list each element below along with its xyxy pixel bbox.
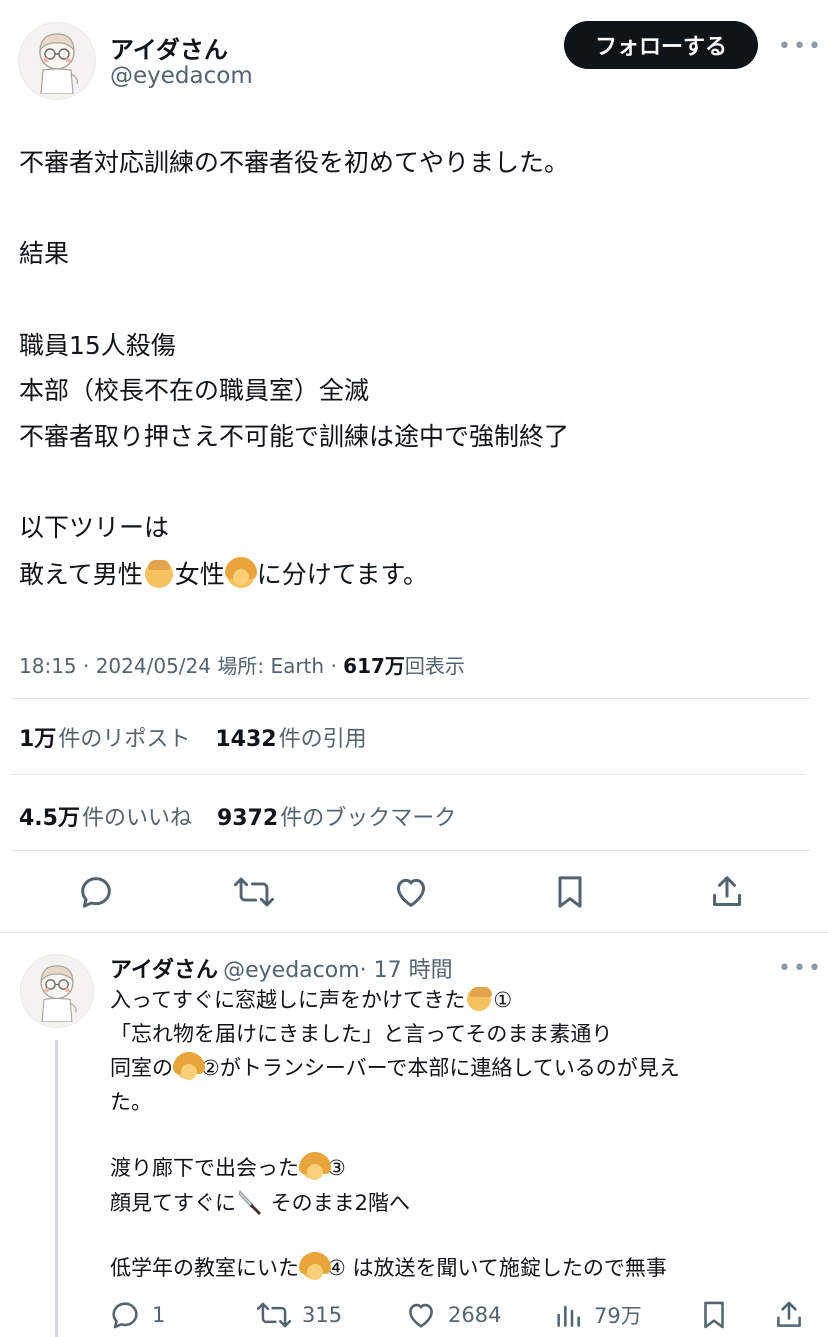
- meta-separator: ·: [330, 654, 337, 678]
- tweet-text-line: 結果: [19, 239, 70, 268]
- tweet-text-line: 本部（校長不在の職員室）全滅: [19, 376, 370, 405]
- reply-text-segment: 入ってすぐに窓越しに声をかけてきた: [110, 988, 466, 1012]
- reply-text-segment: 低学年の教室にいた: [110, 1256, 299, 1280]
- reply-text-segment: 顔見てすぐに: [110, 1191, 236, 1215]
- reply-text-line: 顔見てすぐに そのまま2階へ: [110, 1188, 410, 1217]
- reply-timestamp[interactable]: · 17 時間: [360, 958, 453, 983]
- share-icon[interactable]: [707, 872, 747, 912]
- reply-text-segment: そのまま2階へ: [264, 1191, 411, 1215]
- quotes-stat[interactable]: 1432件の引用: [215, 727, 366, 752]
- woman-emoji-icon: [224, 557, 257, 588]
- follow-button[interactable]: フォローする: [564, 21, 758, 69]
- likes-stat[interactable]: 4.5万件のいいね: [19, 806, 192, 831]
- tweet-text-line: 以下ツリーは: [19, 513, 170, 542]
- stats-row-likes: 4.5万件のいいね 9372件のブックマーク: [19, 800, 456, 832]
- likes-count: 4.5万: [19, 806, 80, 831]
- reply-count: 1: [152, 1303, 166, 1327]
- reply-text-segment: ②がトランシーバーで本部に連絡しているのが見え: [201, 1056, 680, 1080]
- quotes-count: 1432: [215, 727, 277, 752]
- tweet-text-segment: 女性: [174, 560, 225, 589]
- reply-author-handle[interactable]: @eyedacom: [223, 958, 360, 983]
- woman-emoji-icon: [299, 1252, 331, 1280]
- divider: [12, 698, 810, 699]
- woman-emoji-icon: [299, 1152, 331, 1180]
- tweet-meta: 18:15 · 2024/05/24 場所: Earth · 617万回表示: [19, 650, 465, 679]
- author-name[interactable]: アイダさん: [110, 30, 228, 65]
- reply-like-action[interactable]: 2684: [404, 1298, 501, 1332]
- divider: [0, 932, 828, 933]
- woman-emoji-icon: [173, 1052, 205, 1080]
- author-handle[interactable]: @eyedacom: [110, 63, 253, 89]
- like-count: 2684: [448, 1303, 502, 1327]
- quotes-label: 件の引用: [278, 727, 367, 752]
- like-icon[interactable]: [391, 872, 431, 912]
- bookmarks-stat[interactable]: 9372件のブックマーク: [217, 806, 456, 831]
- reply-repost-action[interactable]: 315: [256, 1298, 342, 1332]
- tweet-text-line: 不審者取り押さえ不可能で訓練は途中で強制終了: [19, 422, 570, 451]
- tweet-text-segment: 敢えて男性: [19, 560, 143, 589]
- bookmark-icon[interactable]: [550, 872, 590, 912]
- reply-author-avatar[interactable]: [20, 954, 94, 1028]
- reposts-label: 件のリポスト: [58, 727, 191, 752]
- reply-author-name[interactable]: アイダさん: [110, 958, 218, 983]
- reply-more-options-icon[interactable]: •••: [778, 958, 823, 980]
- views-count: 79万: [594, 1304, 642, 1328]
- like-icon: [404, 1298, 438, 1332]
- bookmarks-label: 件のブックマーク: [280, 806, 457, 831]
- reposts-count: 1万: [19, 727, 57, 752]
- avatar-illustration: [40, 965, 77, 1022]
- reply-share-icon[interactable]: [772, 1298, 806, 1332]
- knife-emoji-icon: [236, 1188, 264, 1216]
- tweet-text-line: 敢えて男性 女性 に分けてます。: [19, 557, 429, 590]
- avatar-illustration: [39, 33, 78, 94]
- reply-text-segment: ④ は放送を聞いて施錠したので無事: [327, 1256, 667, 1280]
- stats-row-reposts: 1万件のリポスト 1432件の引用: [19, 721, 367, 753]
- reply-text-line: 同室の ②がトランシーバーで本部に連絡しているのが見え: [110, 1052, 680, 1082]
- tweet-timestamp[interactable]: 18:15 · 2024/05/24: [19, 654, 211, 678]
- reply-text-segment: ①: [493, 988, 513, 1012]
- reply-text-line: 入ってすぐに窓越しに声をかけてきた ①: [110, 986, 512, 1014]
- divider: [12, 850, 810, 851]
- reply-text-segment: 渡り廊下で出会った: [110, 1156, 299, 1180]
- tweet-text-line: 職員15人殺傷: [19, 331, 176, 360]
- reply-text-line: 「忘れ物を届けにきました」と言ってそのまま素通り: [110, 1022, 613, 1046]
- reply-views-action[interactable]: 79万: [552, 1298, 642, 1332]
- tweet-text-line: 不審者対応訓練の不審者役を初めてやりました。: [19, 148, 570, 177]
- reply-icon[interactable]: [76, 872, 116, 912]
- tweet-text-segment: に分けてます。: [256, 560, 429, 589]
- repost-count: 315: [302, 1303, 343, 1327]
- view-count-label: 回表示: [404, 654, 465, 678]
- author-avatar[interactable]: [18, 22, 96, 100]
- repost-icon[interactable]: [233, 872, 275, 912]
- man-emoji-icon: [144, 560, 173, 588]
- reply-text-line: 低学年の教室にいた ④ は放送を聞いて施錠したので無事: [110, 1252, 667, 1282]
- likes-label: 件のいいね: [81, 806, 192, 831]
- tweet-location: 場所: Earth: [217, 654, 325, 678]
- repost-icon: [256, 1298, 292, 1332]
- reply-text-line: 渡り廊下で出会った ③: [110, 1152, 346, 1182]
- reply-header: アイダさん @eyedacom· 17 時間: [110, 952, 453, 984]
- reposts-stat[interactable]: 1万件のリポスト: [19, 727, 190, 752]
- reply-icon: [108, 1298, 142, 1332]
- bookmarks-count: 9372: [217, 806, 279, 831]
- view-count-value: 617万: [343, 654, 405, 678]
- thread-connector: [55, 1040, 58, 1337]
- divider: [12, 774, 804, 775]
- reply-text-line: た。: [110, 1090, 152, 1114]
- views-icon: [552, 1298, 584, 1332]
- reply-text-segment: 同室の: [110, 1056, 173, 1080]
- man-emoji-icon: [467, 987, 493, 1011]
- more-options-icon[interactable]: •••: [778, 36, 823, 58]
- reply-bookmark-icon[interactable]: [697, 1298, 731, 1332]
- reply-reply-action[interactable]: 1: [108, 1298, 165, 1332]
